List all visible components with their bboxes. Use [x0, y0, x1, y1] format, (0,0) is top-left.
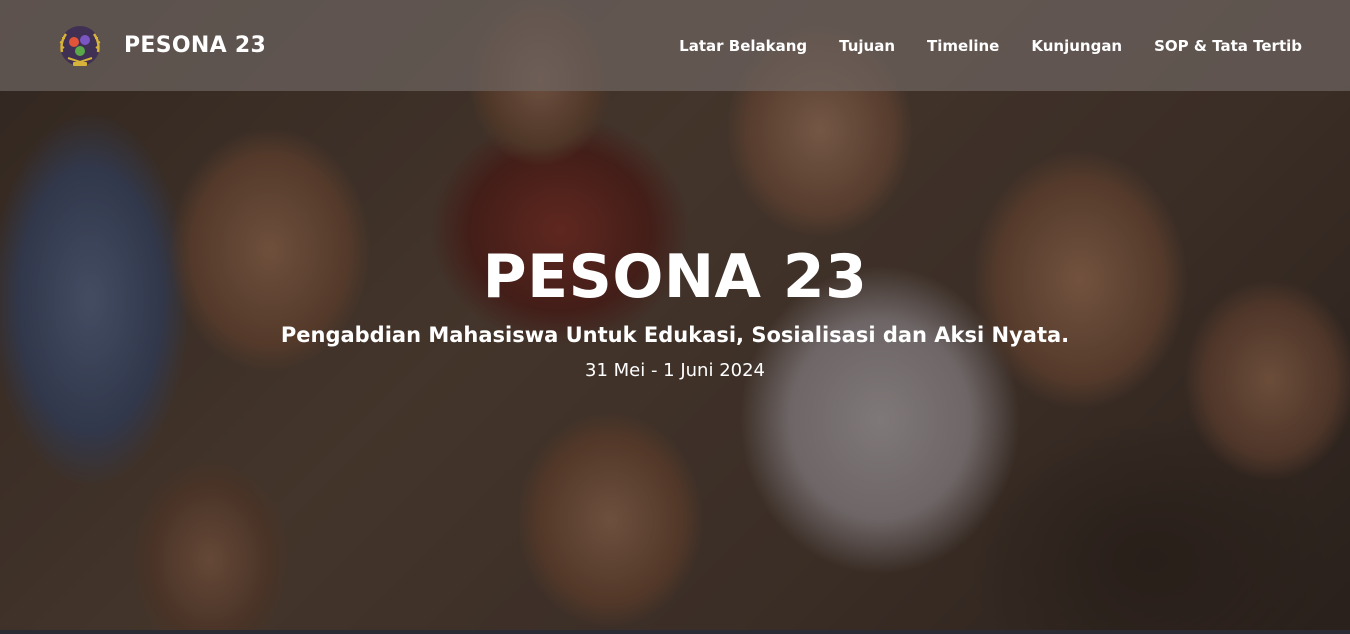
hero-content: PESONA 23 Pengabdian Mahasiswa Untuk Edu…: [0, 240, 1350, 384]
hero-date: 31 Mei - 1 Juni 2024: [585, 360, 765, 381]
nav-menu: Latar Belakang Tujuan Timeline Kunjungan…: [679, 37, 1302, 55]
nav-link-tujuan[interactable]: Tujuan: [839, 37, 895, 55]
hero-title: PESONA 23: [482, 242, 868, 312]
top-navbar: PESONA 23 Latar Belakang Tujuan Timeline…: [0, 0, 1350, 91]
nav-link-sop-tata-tertib[interactable]: SOP & Tata Tertib: [1154, 37, 1302, 55]
hero-subtitle: Pengabdian Mahasiswa Untuk Edukasi, Sosi…: [280, 323, 1070, 347]
bottom-divider: [0, 630, 1350, 634]
pesona-emblem-icon: [59, 25, 101, 66]
nav-link-timeline[interactable]: Timeline: [927, 37, 999, 55]
hero-section: PESONA 23 Latar Belakang Tujuan Timeline…: [0, 0, 1350, 634]
nav-link-kunjungan[interactable]: Kunjungan: [1031, 37, 1122, 55]
nav-link-latar-belakang[interactable]: Latar Belakang: [679, 37, 807, 55]
brand-name: PESONA 23: [124, 33, 267, 58]
brand-link[interactable]: PESONA 23: [52, 18, 266, 74]
